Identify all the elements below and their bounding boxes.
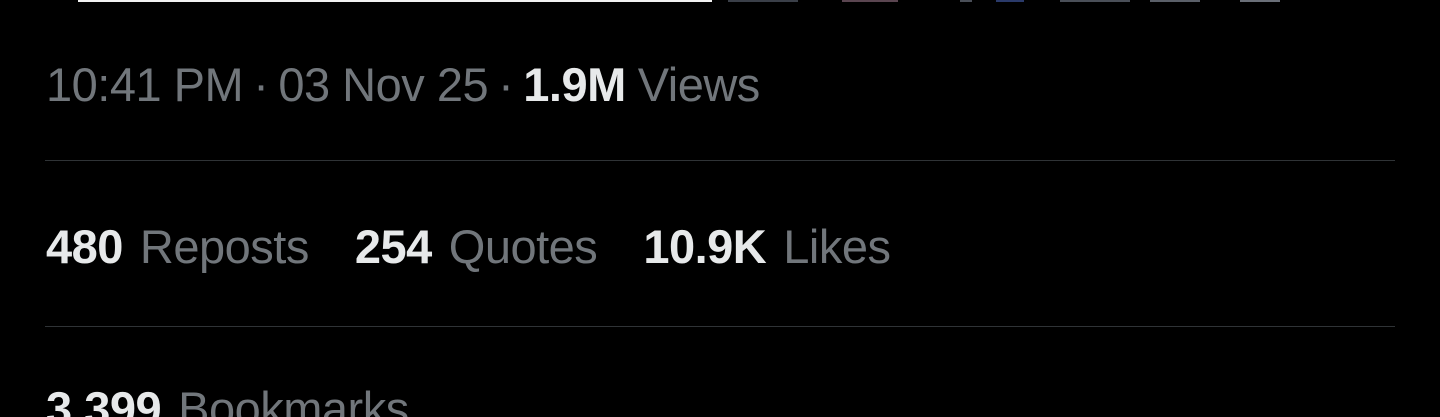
meta-separator: · (498, 57, 514, 111)
media-edge-segment (1240, 0, 1280, 2)
media-edge-segment (996, 0, 1024, 2)
reposts-count: 480 (46, 219, 123, 273)
media-edge-segment (728, 0, 798, 2)
bookmarks-link[interactable]: 3,399 Bookmarks (46, 381, 409, 417)
media-preview-edge (0, 0, 1440, 4)
views-count: 1.9M (523, 57, 626, 111)
bookmarks-count: 3,399 (46, 381, 162, 417)
tweet-meta-row: 10:41 PM · 03 Nov 25 · 1.9M Views (46, 56, 760, 112)
divider (45, 326, 1395, 327)
media-edge-segment (1150, 0, 1200, 2)
meta-separator: · (253, 57, 269, 111)
bookmarks-row: 3,399 Bookmarks (46, 380, 455, 417)
divider (45, 160, 1395, 161)
likes-link[interactable]: 10.9K Likes (643, 219, 891, 274)
quotes-count: 254 (354, 219, 432, 273)
tweet-date[interactable]: 03 Nov 25 (278, 57, 488, 112)
reposts-link[interactable]: 480 Reposts (46, 219, 309, 274)
media-edge-segment (1060, 0, 1130, 2)
media-edge-segment (78, 0, 712, 2)
bookmarks-label: Bookmarks (178, 381, 409, 417)
engagement-stats-row: 480 Reposts 254 Quotes 10.9K Likes (46, 218, 936, 274)
quotes-link[interactable]: 254 Quotes (354, 219, 598, 274)
media-edge-segment (960, 0, 972, 2)
reposts-label: Reposts (139, 219, 309, 273)
quotes-label: Quotes (448, 219, 598, 273)
media-edge-segment (842, 0, 898, 2)
views-label: Views (637, 57, 761, 111)
likes-count: 10.9K (643, 219, 767, 273)
likes-label: Likes (783, 219, 891, 273)
tweet-time[interactable]: 10:41 PM (46, 57, 244, 112)
